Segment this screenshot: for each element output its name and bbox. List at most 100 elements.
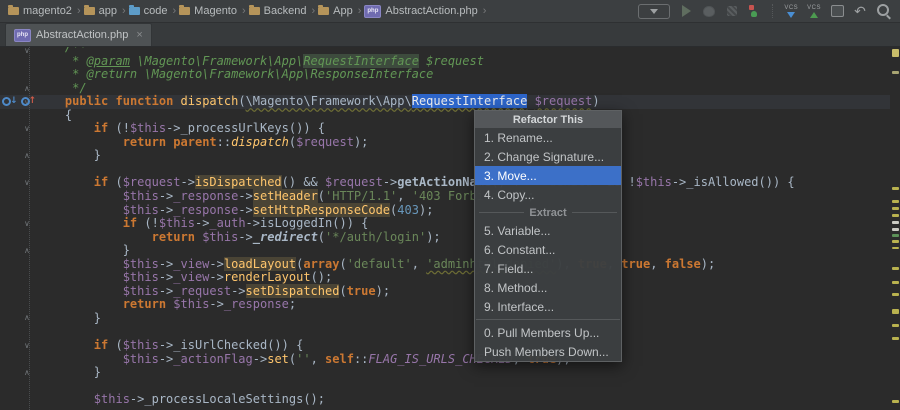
breadcrumb-label: AbstractAction.php — [385, 5, 477, 17]
phpstorm-window: magento2›app›code›Magento›Backend›App›ph… — [0, 0, 900, 410]
stripe-mark — [892, 309, 899, 314]
code-line: $this->_view->loadLayout(array('default'… — [36, 258, 795, 272]
vcs-update-label: VCS — [784, 5, 798, 11]
vcs-update-icon[interactable]: VCS — [784, 5, 798, 18]
breadcrumb-item-backend[interactable]: Backend — [249, 5, 309, 17]
search-icon[interactable] — [876, 4, 890, 18]
menu-item-2-change-signature[interactable]: 2. Change Signature... — [475, 147, 621, 166]
fold-marker-down[interactable]: ∨ — [24, 179, 30, 187]
code-area: /** * @param \Magento\Framework\App\Requ… — [36, 47, 795, 407]
code-editor[interactable]: ∨∧∨∨∧∨∨∧∧∨∧ ↓ ↑ /** * @param \Magento\Fr… — [0, 47, 900, 410]
breadcrumb-item-magento[interactable]: Magento — [179, 5, 239, 17]
stripe-mark — [892, 49, 899, 57]
code-line — [36, 325, 795, 339]
stripe-mark — [892, 337, 899, 340]
main-toolbar: VCS VCS ↶ — [638, 4, 900, 19]
code-line: $this->_actionFlag->set('', self::FLAG_I… — [36, 353, 795, 367]
code-line: * @return \Magento\Framework\App\Respons… — [36, 68, 795, 82]
fold-marker-up[interactable]: ∧ — [24, 247, 30, 255]
profiler-icon[interactable] — [748, 4, 762, 18]
breadcrumb-item-abstractaction-php[interactable]: phpAbstractAction.php — [364, 5, 479, 18]
code-line: if (!$this->_auth->isLoggedIn()) { — [36, 217, 795, 231]
menu-section-header: Extract — [475, 204, 621, 221]
editor-tab-bar: php AbstractAction.php × — [0, 23, 900, 47]
vcs-commit-icon[interactable]: VCS — [807, 5, 821, 18]
stripe-mark — [892, 200, 899, 203]
code-line: * @param \Magento\Framework\App\RequestI… — [36, 55, 795, 69]
stripe-mark — [892, 267, 899, 270]
changes-icon[interactable] — [830, 4, 844, 18]
breadcrumb-label: Magento — [194, 5, 237, 17]
stripe-mark — [892, 234, 899, 237]
menu-item-3-move[interactable]: 3. Move... — [475, 166, 621, 185]
fold-marker-down[interactable]: ∨ — [24, 342, 30, 350]
stripe-mark — [892, 187, 899, 190]
folder-icon — [249, 7, 260, 15]
stripe-mark — [892, 400, 899, 403]
breadcrumb-label: Backend — [264, 5, 307, 17]
breadcrumb-label: magento2 — [23, 5, 72, 17]
stripe-mark — [892, 240, 899, 243]
code-line: } — [36, 244, 795, 258]
folder-icon — [318, 7, 329, 15]
fold-marker-down[interactable]: ∨ — [24, 125, 30, 133]
tab-abstractaction-php[interactable]: php AbstractAction.php × — [5, 23, 152, 46]
breadcrumb-label: App — [333, 5, 353, 17]
popup-title: Refactor This — [475, 111, 621, 128]
breadcrumb-item-code[interactable]: code — [129, 5, 170, 17]
stripe-mark — [892, 214, 899, 217]
menu-item-8-method[interactable]: 8. Method... — [475, 278, 621, 297]
code-line — [36, 163, 795, 177]
fold-marker-up[interactable]: ∧ — [24, 314, 30, 322]
run-icon[interactable] — [679, 4, 693, 18]
menu-separator — [476, 319, 620, 320]
close-tab-icon[interactable]: × — [136, 30, 142, 41]
code-line: return $this->_redirect('*/auth/login'); — [36, 231, 795, 245]
menu-item-1-rename[interactable]: 1. Rename... — [475, 128, 621, 147]
stripe-mark — [892, 247, 899, 249]
breadcrumb-item-app[interactable]: app — [84, 5, 119, 17]
breadcrumb-separator: › — [311, 5, 315, 17]
menu-item-4-copy[interactable]: 4. Copy... — [475, 185, 621, 204]
code-line: $this->_view->renderLayout(); — [36, 271, 795, 285]
debug-icon[interactable] — [702, 4, 716, 18]
run-configuration-dropdown[interactable] — [638, 4, 670, 19]
stripe-mark — [892, 324, 899, 327]
stripe-mark — [892, 207, 899, 210]
overridden-method-icon[interactable]: ↓ — [2, 97, 18, 106]
menu-item-push-members-down[interactable]: Push Members Down... — [475, 342, 621, 361]
code-line: if ($this->_isUrlChecked()) { — [36, 339, 795, 353]
stripe-mark — [892, 228, 899, 231]
menu-item-9-interface[interactable]: 9. Interface... — [475, 297, 621, 316]
code-line: */ — [36, 82, 795, 96]
php-file-icon: php — [14, 29, 31, 42]
fold-marker-up[interactable]: ∧ — [24, 85, 30, 93]
code-line: return $this->_response; — [36, 298, 795, 312]
folder-icon — [8, 7, 19, 15]
menu-item-7-field[interactable]: 7. Field... — [475, 259, 621, 278]
tab-label: AbstractAction.php — [36, 29, 128, 41]
coverage-icon[interactable] — [725, 4, 739, 18]
fold-marker-down[interactable]: ∨ — [24, 220, 30, 228]
code-line: { — [36, 109, 795, 123]
menu-item-5-variable[interactable]: 5. Variable... — [475, 221, 621, 240]
stripe-mark — [892, 281, 899, 284]
fold-marker-up[interactable]: ∧ — [24, 369, 30, 377]
code-line: $this->_processLocaleSettings(); — [36, 393, 795, 407]
code-line: } — [36, 312, 795, 326]
overriding-method-icon[interactable]: ↑ — [21, 97, 37, 106]
refactor-this-popup: Refactor This 1. Rename...2. Change Sign… — [474, 110, 622, 362]
menu-item-0-pull-members-up[interactable]: 0. Pull Members Up... — [475, 323, 621, 342]
method-override-markers: ↓ ↑ — [2, 97, 36, 106]
stripe-mark — [892, 293, 899, 296]
breadcrumb-item-magento2[interactable]: magento2 — [8, 5, 74, 17]
breadcrumb-label: code — [144, 5, 168, 17]
code-line: $this->_response->setHttpResponseCode(40… — [36, 204, 795, 218]
fold-marker-down[interactable]: ∨ — [24, 47, 30, 55]
breadcrumb-separator: › — [242, 5, 246, 17]
stripe-mark — [892, 221, 899, 224]
fold-marker-up[interactable]: ∧ — [24, 152, 30, 160]
undo-icon[interactable]: ↶ — [853, 4, 867, 18]
menu-item-6-constant[interactable]: 6. Constant... — [475, 240, 621, 259]
breadcrumb-item-app[interactable]: App — [318, 5, 355, 17]
